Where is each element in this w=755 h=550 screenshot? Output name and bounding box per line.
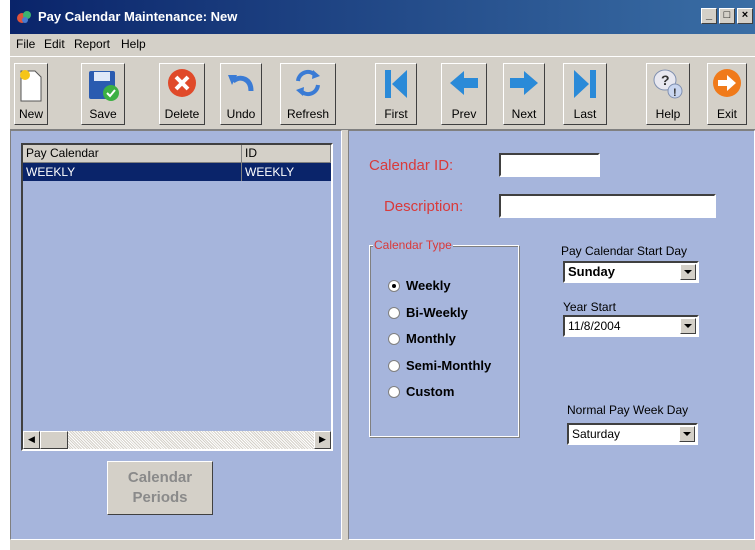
menu-help[interactable]: Help bbox=[121, 37, 146, 51]
calendar-periods-button[interactable]: Calendar Periods bbox=[107, 461, 213, 515]
prev-label: Prev bbox=[451, 107, 477, 121]
calendar-id-label: Calendar ID: bbox=[369, 157, 454, 174]
scroll-thumb[interactable] bbox=[40, 431, 68, 449]
first-record-icon bbox=[385, 70, 407, 98]
exit-label: Exit bbox=[716, 107, 737, 121]
radio-unselected-icon bbox=[388, 360, 400, 372]
exit-button[interactable]: Exit bbox=[707, 63, 747, 125]
app-window: Pay Calendar Maintenance: New _ □ × File… bbox=[10, 0, 755, 550]
radio-weekly-label: Weekly bbox=[406, 278, 451, 293]
close-button[interactable]: × bbox=[737, 8, 753, 24]
start-day-select[interactable]: Sunday bbox=[563, 261, 699, 283]
column-header-id[interactable]: ID bbox=[242, 145, 331, 163]
app-icon bbox=[17, 11, 31, 23]
description-input[interactable] bbox=[499, 194, 716, 218]
row-id-cell: WEEKLY bbox=[245, 165, 295, 179]
menu-bar: File Edit Report Help bbox=[10, 34, 755, 56]
next-button[interactable]: Next bbox=[503, 63, 545, 125]
calendar-type-label: Calendar Type bbox=[373, 238, 453, 252]
undo-label: Undo bbox=[226, 107, 256, 121]
last-label: Last bbox=[573, 107, 597, 121]
normal-pay-day-label: Normal Pay Week Day bbox=[567, 403, 689, 417]
radio-unselected-icon bbox=[388, 307, 400, 319]
scroll-left-button[interactable]: ◀ bbox=[23, 431, 40, 449]
start-day-value: Sunday bbox=[568, 264, 615, 279]
last-record-icon bbox=[574, 70, 596, 98]
title-bar: Pay Calendar Maintenance: New _ □ × bbox=[10, 0, 755, 34]
year-start-select[interactable]: 11/8/2004 bbox=[563, 315, 699, 337]
refresh-button[interactable]: Refresh bbox=[280, 63, 336, 125]
normal-pay-day-select[interactable]: Saturday bbox=[567, 423, 698, 445]
new-button[interactable]: New bbox=[14, 63, 48, 125]
radio-semi-monthly-label: Semi-Monthly bbox=[406, 358, 492, 373]
delete-label: Delete bbox=[164, 107, 200, 121]
radio-selected-icon bbox=[388, 280, 400, 292]
delete-icon bbox=[168, 69, 196, 97]
last-button[interactable]: Last bbox=[563, 63, 607, 125]
radio-bi-weekly[interactable]: Bi-Weekly bbox=[388, 305, 468, 320]
undo-button[interactable]: Undo bbox=[220, 63, 262, 125]
radio-custom[interactable]: Custom bbox=[388, 384, 454, 399]
column-header-pay-calendar[interactable]: Pay Calendar bbox=[23, 145, 242, 163]
radio-unselected-icon bbox=[388, 386, 400, 398]
refresh-label: Refresh bbox=[286, 107, 330, 121]
year-start-value: 11/8/2004 bbox=[568, 319, 621, 333]
horizontal-scrollbar[interactable]: ◀ ▶ bbox=[23, 431, 331, 449]
radio-unselected-icon bbox=[388, 333, 400, 345]
start-day-label: Pay Calendar Start Day bbox=[561, 244, 688, 258]
chevron-down-icon[interactable] bbox=[680, 318, 696, 334]
prev-button[interactable]: Prev bbox=[441, 63, 487, 125]
year-start-label: Year Start bbox=[563, 300, 616, 314]
help-button[interactable]: ? ! Help bbox=[646, 63, 690, 125]
calendar-detail-panel: Calendar ID: Description: Calendar Type … bbox=[348, 130, 755, 540]
arrow-right-icon bbox=[510, 71, 538, 95]
next-label: Next bbox=[511, 107, 537, 121]
menu-report[interactable]: Report bbox=[74, 37, 110, 51]
scroll-right-button[interactable]: ▶ bbox=[314, 431, 331, 449]
radio-bi-weekly-label: Bi-Weekly bbox=[406, 305, 468, 320]
maximize-button[interactable]: □ bbox=[719, 8, 735, 24]
refresh-icon bbox=[296, 69, 320, 97]
radio-weekly[interactable]: Weekly bbox=[388, 278, 451, 293]
menu-file[interactable]: File bbox=[16, 37, 35, 51]
description-label: Description: bbox=[384, 198, 464, 215]
save-button[interactable]: Save bbox=[81, 63, 125, 125]
normal-pay-day-value: Saturday bbox=[572, 427, 621, 441]
first-button[interactable]: First bbox=[375, 63, 417, 125]
undo-arrow-icon bbox=[228, 75, 254, 92]
pay-calendar-grid[interactable]: Pay Calendar ID WEEKLY WEEKLY ◀ ▶ bbox=[21, 143, 333, 451]
radio-semi-monthly[interactable]: Semi-Monthly bbox=[388, 358, 491, 373]
save-label: Save bbox=[89, 107, 117, 121]
row-pay-calendar-cell: WEEKLY bbox=[23, 163, 242, 181]
arrow-left-icon bbox=[450, 71, 478, 95]
svg-text:!: ! bbox=[673, 87, 677, 99]
table-row[interactable]: WEEKLY WEEKLY bbox=[23, 163, 331, 181]
help-label: Help bbox=[655, 107, 681, 121]
menu-edit[interactable]: Edit bbox=[44, 37, 65, 51]
exit-arrow-icon bbox=[713, 69, 741, 97]
new-label: New bbox=[18, 107, 43, 121]
svg-text:?: ? bbox=[661, 72, 670, 88]
calendar-type-group: Calendar Type Weekly Bi-Weekly Monthly S… bbox=[369, 238, 519, 437]
calendar-id-input[interactable] bbox=[499, 153, 600, 177]
new-document-icon bbox=[20, 70, 42, 102]
first-label: First bbox=[384, 107, 408, 121]
toolbar: New Save Delete Undo Refresh First Prev … bbox=[10, 56, 755, 130]
window-title: Pay Calendar Maintenance: New bbox=[38, 9, 238, 24]
chevron-down-icon[interactable] bbox=[679, 426, 695, 442]
grid-header: Pay Calendar ID bbox=[23, 145, 331, 163]
delete-button[interactable]: Delete bbox=[159, 63, 205, 125]
minimize-button[interactable]: _ bbox=[701, 8, 717, 24]
radio-monthly-label: Monthly bbox=[406, 331, 456, 346]
calendar-list-panel: Pay Calendar ID WEEKLY WEEKLY ◀ ▶ Calend… bbox=[10, 130, 342, 540]
radio-monthly[interactable]: Monthly bbox=[388, 331, 456, 346]
radio-custom-label: Custom bbox=[406, 384, 455, 399]
save-disk-icon bbox=[89, 71, 119, 101]
help-question-icon: ? ! bbox=[653, 69, 683, 99]
chevron-down-icon[interactable] bbox=[680, 264, 696, 280]
